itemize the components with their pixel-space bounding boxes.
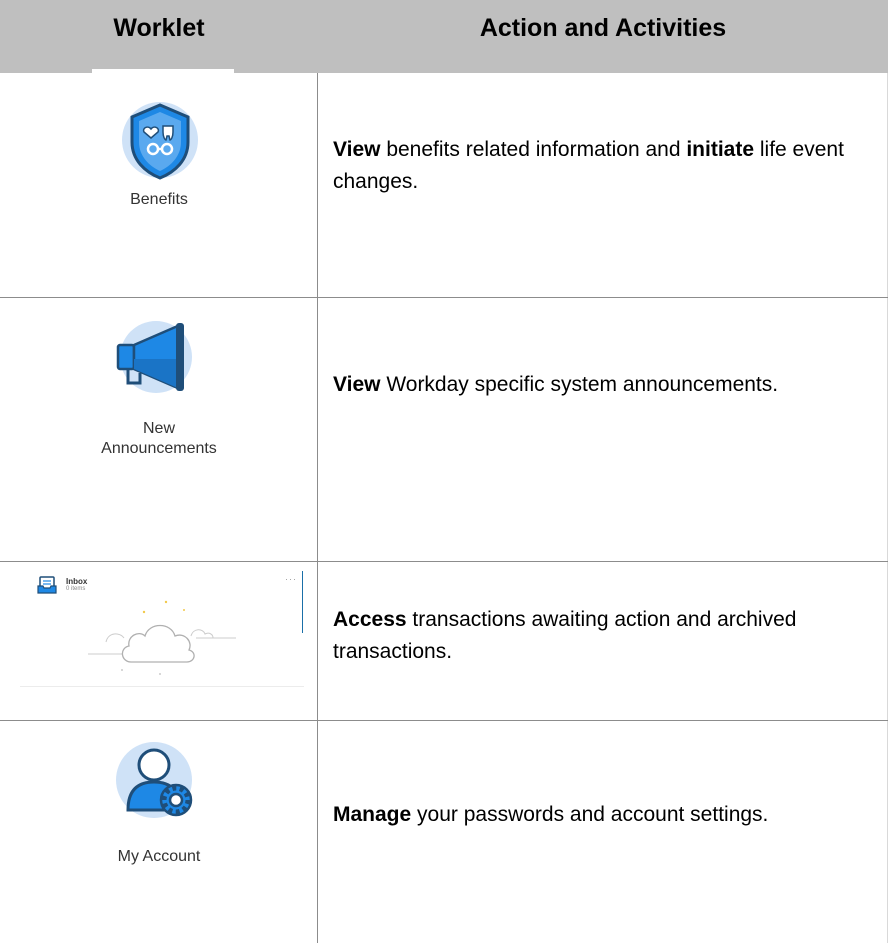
worklet-label-benefits: Benefits [130,191,188,208]
header-action-and-activities: Action and Activities [479,14,727,42]
benefits-shield-icon [118,100,202,189]
action-detail: Workday specific system announcements. [380,373,779,396]
worklet-table: Worklet Action and Activities Benefits V… [0,0,888,943]
action-text-announcements: View Workday specific system announcemen… [333,369,873,401]
action-verb: View [333,373,381,396]
inbox-card-bottom [20,686,304,687]
empty-cloud-icon [86,596,246,681]
user-gear-icon [114,740,198,829]
header-worklet: Worklet [113,14,205,42]
action-verb: View [333,138,381,161]
row-divider [0,297,888,298]
action-verb: Manage [333,803,412,826]
table-header: Worklet Action and Activities [0,0,888,73]
more-options-icon: ··· [285,574,297,584]
inbox-card-edge [302,571,303,633]
action-text-benefits: View benefits related information and in… [333,134,873,198]
inbox-item-count: 0 items [66,586,86,592]
action-detail: benefits related information and [380,138,687,161]
row-divider [0,561,888,562]
header-gap [92,69,234,77]
row-divider [0,720,888,721]
action-verb: initiate [686,138,755,161]
worklet-label-my-account: My Account [117,848,201,865]
inbox-title: Inbox [66,577,88,586]
worklet-label-announcements: Announcements [101,440,217,457]
action-text-inbox: Access transactions awaiting action and … [333,604,873,668]
action-verb: Access [333,608,407,631]
action-detail: your passwords and account settings. [411,803,769,826]
worklet-label-new: New [142,420,175,437]
action-text-my-account: Manage your passwords and account settin… [333,799,873,831]
megaphone-icon [110,319,198,404]
inbox-icon [37,576,57,599]
